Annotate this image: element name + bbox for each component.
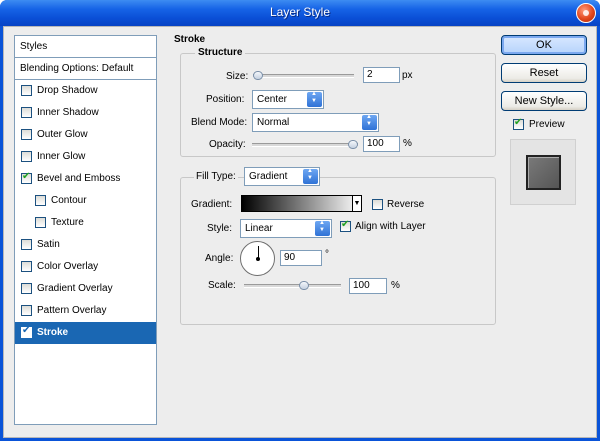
sidebar-checkbox[interactable] [21,239,32,250]
sidebar-checkbox[interactable] [21,171,32,184]
sidebar-item-label: Stroke [37,327,69,338]
preview-swatch [526,155,561,190]
fill-type-select[interactable]: Gradient [244,167,320,186]
sidebar-checkbox[interactable] [35,217,46,228]
size-input[interactable]: 2 [363,67,400,83]
styles-list: Styles Blending Options: Default Drop Sha… [14,35,157,425]
size-slider-thumb[interactable] [253,71,263,80]
gradient-dropdown-icon[interactable]: ▼ [352,196,361,211]
sidebar-item-label: Pattern Overlay [37,305,107,316]
sidebar-item-blending-options-default[interactable]: Blending Options: Default [15,58,156,80]
fill-type-dropdown-icon [303,168,318,184]
layer-style-dialog: Layer Style Styles Blending Options: Def… [0,0,600,441]
sidebar-item-outer-glow[interactable]: Outer Glow [15,124,156,146]
position-label: Position: [206,94,245,105]
position-value: Center [257,94,288,105]
sidebar-item-inner-shadow[interactable]: Inner Shadow [15,102,156,124]
angle-dial[interactable] [240,241,275,276]
sidebar-checkbox[interactable] [21,129,32,140]
style-preview [510,139,576,205]
sidebar-item-contour[interactable]: Contour [15,190,156,212]
sidebar-item-label: Gradient Overlay [37,283,113,294]
opacity-label: Opacity: [209,139,246,150]
style-select[interactable]: Linear [240,219,332,238]
ok-button[interactable]: OK [501,35,587,55]
sidebar-item-gradient-overlay[interactable]: Gradient Overlay [15,278,156,300]
sidebar-item-label: Inner Glow [37,151,86,162]
sidebar-item-label: Contour [51,195,87,206]
opacity-slider[interactable] [252,140,358,149]
scale-input[interactable]: 100 [349,278,387,294]
sidebar-item-inner-glow[interactable]: Inner Glow [15,146,156,168]
sidebar-checkbox[interactable] [35,195,46,206]
close-icon [583,10,589,16]
sidebar-checkbox[interactable] [21,261,32,272]
sidebar-item-label: Drop Shadow [37,85,98,96]
sidebar-checkbox[interactable] [21,85,32,96]
size-slider[interactable] [253,71,354,80]
preview-label: Preview [529,119,565,130]
styles-header-label: Styles [20,41,48,52]
sidebar-item-label: Bevel and Emboss [37,173,121,184]
size-label: Size: [226,71,249,82]
structure-title: Structure [195,47,246,58]
sidebar-item-satin[interactable]: Satin [15,234,156,256]
sidebar-checkbox[interactable] [21,325,32,338]
sidebar-item-stroke[interactable]: Stroke [15,322,156,344]
opacity-input[interactable]: 100 [363,136,400,152]
blend-mode-dropdown-icon [362,114,377,130]
opacity-slider-thumb[interactable] [348,140,358,149]
close-button[interactable] [576,3,596,23]
blend-mode-value: Normal [257,117,290,128]
sidebar-item-label: Satin [37,239,60,250]
fill-type-value: Gradient [249,171,288,182]
angle-center [256,257,260,261]
dialog-body: Styles Blending Options: Default Drop Sha… [3,26,597,438]
sidebar-item-label: Outer Glow [37,129,88,140]
scale-slider-thumb[interactable] [299,281,309,290]
sidebar-item-pattern-overlay[interactable]: Pattern Overlay [15,300,156,322]
angle-unit: ° [325,249,329,260]
blend-mode-label: Blend Mode: [191,117,248,128]
sidebar-item-bevel-and-emboss[interactable]: Bevel and Emboss [15,168,156,190]
scale-unit: % [391,280,400,291]
size-unit: px [402,70,413,81]
sidebar-item-label: Color Overlay [37,261,99,272]
align-with-layer-label: Align with Layer [355,221,426,232]
style-value: Linear [245,223,273,234]
sidebar-item-texture[interactable]: Texture [15,212,156,234]
scale-slider[interactable] [244,281,341,290]
reverse-checkbox[interactable] [372,199,383,210]
sidebar-item-label: Texture [51,217,84,228]
sidebar-checkbox[interactable] [21,107,32,118]
scale-label: Scale: [208,280,236,291]
gradient-label: Gradient: [191,199,233,210]
sidebar-item-label: Inner Shadow [37,107,99,118]
preview-checkbox[interactable] [513,117,524,130]
gradient-picker[interactable]: ▼ [241,195,362,212]
sidebar-item-color-overlay[interactable]: Color Overlay [15,256,156,278]
position-select[interactable]: Center [252,90,324,109]
stroke-title: Stroke [174,34,206,45]
sidebar-item-label: Blending Options: Default [20,63,134,74]
style-label: Style: [207,223,233,234]
title-bar[interactable]: Layer Style [0,0,600,26]
opacity-unit: % [403,138,412,149]
new-style-button[interactable]: New Style... [501,91,587,111]
sidebar-checkbox[interactable] [21,305,32,316]
blend-mode-select[interactable]: Normal [252,113,379,132]
position-dropdown-icon [307,91,322,107]
sidebar-item-drop-shadow[interactable]: Drop Shadow [15,80,156,102]
reverse-label: Reverse [387,199,425,210]
reset-button[interactable]: Reset [501,63,587,83]
sidebar-checkbox[interactable] [21,151,32,162]
angle-input[interactable]: 90 [280,250,322,266]
fill-type-label: Fill Type: [194,171,238,182]
window-title: Layer Style [269,5,331,19]
align-with-layer-checkbox[interactable] [340,219,351,232]
style-dropdown-icon [315,220,330,236]
styles-header[interactable]: Styles [15,36,156,58]
sidebar-checkbox[interactable] [21,283,32,294]
angle-label: Angle: [205,253,234,264]
